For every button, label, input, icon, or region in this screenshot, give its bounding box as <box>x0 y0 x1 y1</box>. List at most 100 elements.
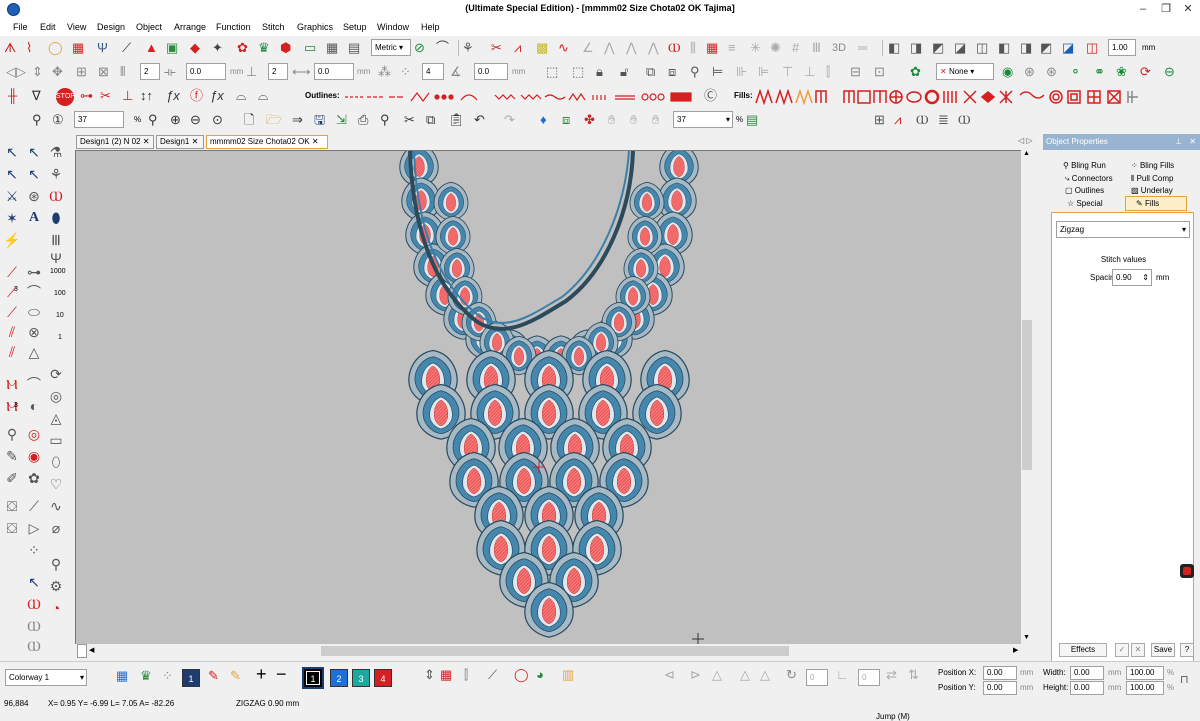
satin-line-2-icon[interactable]: ⫽ <box>2 342 22 362</box>
menu-file[interactable]: File <box>13 22 28 32</box>
skew-icon[interactable]: △ <box>740 667 750 683</box>
pin-icon[interactable]: ⚲ <box>2 424 22 444</box>
field-r2-6[interactable]: 0.0 <box>474 63 508 80</box>
tab-design1[interactable]: Design1 ✕ <box>156 135 204 149</box>
align-2-icon[interactable]: ⊪ <box>736 64 747 80</box>
menu-function[interactable]: Function <box>216 22 251 32</box>
shape-1-icon[interactable]: ◧ <box>888 40 900 56</box>
new-file-icon[interactable]: 🗋︎ <box>244 112 254 128</box>
effects-button[interactable]: Effects <box>1059 643 1107 657</box>
menu-help[interactable]: Help <box>421 22 440 32</box>
function-3-icon[interactable]: ƒx <box>210 88 224 104</box>
shape-7-icon[interactable]: ◨ <box>1020 40 1032 56</box>
arc-icon[interactable]: ⌓ <box>236 88 246 104</box>
field-r2-3[interactable]: 2 <box>268 63 288 80</box>
position-y-input[interactable]: 0.00 <box>983 681 1017 695</box>
pattern-icon[interactable]: ▩ <box>536 40 548 56</box>
shape-2-icon[interactable]: ◨ <box>910 40 922 56</box>
jump-icon[interactable]: ⊶ <box>80 88 93 104</box>
shirt-color-icon[interactable]: ♛ <box>140 668 152 684</box>
color-slot-4[interactable]: 4 <box>374 669 392 687</box>
position-x-input[interactable]: 0.00 <box>983 666 1017 680</box>
color-scroll-icon[interactable]: ⇕ <box>424 667 435 683</box>
zigzag-icon[interactable]: ⩘ <box>514 40 521 56</box>
skew-2-icon[interactable]: △ <box>760 667 770 683</box>
zoom-1-icon[interactable]: ① <box>52 112 64 128</box>
wave-icon[interactable]: ∿ <box>558 40 569 56</box>
spacing-input[interactable]: 0.90 ⇕ <box>1112 269 1152 286</box>
cycle-icon[interactable]: ⟳ <box>1140 64 1151 80</box>
fill-styles-strip[interactable] <box>754 89 1200 105</box>
eyedropper-icon[interactable]: ✎ <box>208 668 219 684</box>
angle-3-icon[interactable]: ∟ <box>836 667 849 683</box>
zoom-pan-icon[interactable]: ⊙ <box>212 112 223 128</box>
chain-icon[interactable]: ⊛ <box>1024 64 1035 80</box>
tab-design1-2[interactable]: Design1 (2) N 02 ✕ <box>76 135 154 149</box>
branch-icon[interactable]: ⚘ <box>46 164 66 184</box>
select-arrow-icon[interactable]: ↖ <box>2 142 22 162</box>
grid-tool-icon[interactable]: ⁘ <box>24 540 44 560</box>
cube-2-icon[interactable]: ⛋ <box>2 518 22 538</box>
lock-ratio-icon[interactable]: ⊓ <box>1180 672 1189 688</box>
tie-icon[interactable]: ⊥ <box>122 88 133 104</box>
sample-icon[interactable]: ⚗ <box>46 142 66 162</box>
select-arrow-2-icon[interactable]: ↖ <box>24 142 44 162</box>
save-icon[interactable]: 🖫︎ <box>314 112 325 128</box>
scroll-down-icon[interactable]: ▼ <box>1023 634 1030 641</box>
bars-icon[interactable]: ═ <box>858 40 867 56</box>
hand-2-icon[interactable]: ✋︎ <box>630 112 637 128</box>
view-icon[interactable]: ▤ <box>746 112 758 128</box>
route-icon[interactable]: ⚬ <box>1070 64 1081 80</box>
pin-panel-icon[interactable]: ⊥ <box>1175 137 1182 146</box>
ptab-connectors[interactable]: ⤷ Connectors <box>1065 174 1113 184</box>
stitch-color-icon[interactable]: ▦ <box>440 667 452 683</box>
cube-icon[interactable]: ⛋ <box>2 496 22 516</box>
hoop-icon[interactable]: ⬢ <box>280 40 291 56</box>
restore-icon[interactable]: ❐ <box>1158 2 1174 16</box>
satin-stitch-icon[interactable]: ᗑ <box>4 40 16 56</box>
rotate-input[interactable]: 0 <box>806 669 828 686</box>
vscroll-thumb[interactable] <box>1022 320 1032 470</box>
heart-icon[interactable]: ♡ <box>46 474 66 494</box>
flower-icon[interactable]: ✺ <box>770 40 781 56</box>
grid-color-icon[interactable]: ⁘ <box>162 668 173 684</box>
hscroll-thumb[interactable] <box>321 646 789 656</box>
scale-height-input[interactable]: 100.00 <box>1126 681 1164 695</box>
width-input[interactable]: 0.00 <box>1070 666 1104 680</box>
shape-tool-icon[interactable]: ◐ <box>24 396 44 416</box>
weave-3-icon[interactable]: Ⲱ <box>24 636 44 656</box>
unlock-icon[interactable]: 🔓︎ <box>620 64 628 80</box>
menu-graphics[interactable]: Graphics <box>297 22 333 32</box>
rotate-icon[interactable]: ↻ <box>786 667 797 683</box>
c-icon[interactable]: Ⓒ <box>704 88 717 104</box>
menu-object[interactable]: Object <box>136 22 162 32</box>
scatter-icon[interactable]: ⁘ <box>400 64 411 80</box>
stitch-w-icon[interactable]: Ⲱ <box>46 186 66 206</box>
curve-icon[interactable]: ⌒ <box>24 374 44 394</box>
angle-icon[interactable]: ∠ <box>582 40 594 56</box>
angle-2-icon[interactable]: ∡ <box>450 64 462 80</box>
weave-icon[interactable]: Ⲱ <box>24 594 44 614</box>
function-icon[interactable]: ƒx <box>166 88 180 104</box>
column-a-icon[interactable]: Ⅲ <box>46 230 66 250</box>
print-icon[interactable]: ⎙ <box>358 112 368 128</box>
triangle-icon[interactable]: ▲ <box>145 40 158 56</box>
cluster-icon[interactable]: ❀ <box>1116 64 1127 80</box>
spool-icon[interactable]: ▥ <box>562 667 574 683</box>
up-down-icon[interactable]: ↕↑ <box>140 88 153 104</box>
units-select[interactable]: Metric ▾ <box>371 39 411 56</box>
star-icon[interactable]: ✦ <box>212 40 223 56</box>
tab-mmmm02[interactable]: mmmm02 Size Chota02 OK ✕ <box>206 135 328 149</box>
ellipse-tool-icon[interactable]: ⬯ <box>46 452 66 472</box>
bezier-icon[interactable]: ✐ <box>2 468 22 488</box>
menu-view[interactable]: View <box>67 22 86 32</box>
run-stitch-icon[interactable]: ⌇ <box>26 40 32 56</box>
color-wheel-icon[interactable]: ◕ <box>536 667 544 683</box>
grid-2-icon[interactable]: ▤ <box>348 40 360 56</box>
knot-icon[interactable]: ⊛ <box>24 186 44 206</box>
menu-setup[interactable]: Setup <box>343 22 367 32</box>
tool-icon[interactable]: ⚘ <box>462 40 474 56</box>
mirror-icon[interactable]: ⊲ <box>664 667 675 683</box>
field-r2-1[interactable]: 2 <box>140 63 160 80</box>
pencil-icon[interactable]: ✎ <box>2 446 22 466</box>
